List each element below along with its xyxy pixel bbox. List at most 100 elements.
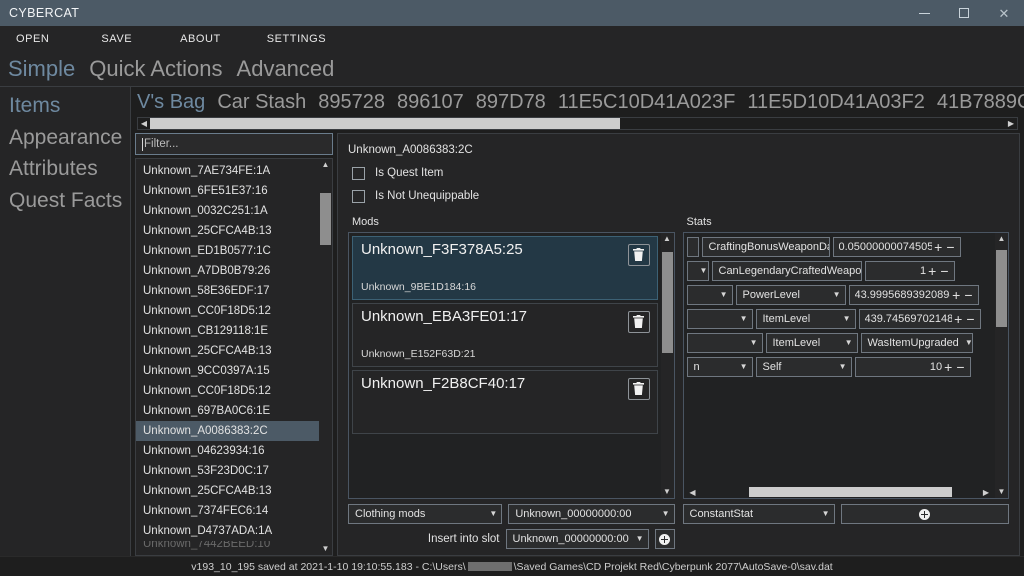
list-item[interactable]: Unknown_7374FEC6:14 bbox=[136, 501, 319, 521]
stats-list-box[interactable]: CraftingBonusWeaponDamage▼0.050000000745… bbox=[682, 232, 1009, 499]
stat-source-dropdown[interactable]: ▼ bbox=[686, 308, 753, 329]
maximize-button[interactable] bbox=[944, 0, 984, 26]
stat-name-dropdown[interactable]: CraftingBonusWeaponDamage▼ bbox=[701, 236, 830, 257]
bag-tab-11e5c10d41a023f[interactable]: 11E5C10D41A023F bbox=[558, 92, 736, 112]
add-stat-button[interactable] bbox=[840, 504, 1009, 524]
bag-tab-897d78[interactable]: 897D78 bbox=[476, 92, 546, 112]
list-item[interactable]: Unknown_697BA0C6:1E bbox=[136, 401, 319, 421]
list-item[interactable]: Unknown_7442BEED:10 bbox=[136, 541, 319, 552]
sidebar-item-quest-facts[interactable]: Quest Facts bbox=[0, 186, 130, 216]
list-item[interactable]: Unknown_CC0F18D5:12 bbox=[136, 381, 319, 401]
scroll-up-arrow-icon[interactable]: ▲ bbox=[322, 159, 330, 171]
checkbox-row-not-unequippable[interactable]: Is Not Unequippable bbox=[348, 187, 1009, 205]
is-not-unequippable-checkbox[interactable] bbox=[352, 189, 365, 203]
scroll-thumb[interactable] bbox=[320, 193, 331, 246]
list-item[interactable]: Unknown_7AE734FE:1A bbox=[136, 161, 319, 181]
scroll-down-arrow-icon[interactable]: ▼ bbox=[998, 486, 1006, 498]
list-item[interactable]: Unknown_9CC0397A:15 bbox=[136, 361, 319, 381]
scroll-right-arrow-icon[interactable]: ▶ bbox=[1005, 119, 1017, 128]
mod-card[interactable]: Unknown_F3F378A5:25 Unknown_9BE1D184:16 bbox=[352, 236, 658, 300]
scroll-down-arrow-icon[interactable]: ▼ bbox=[322, 543, 330, 555]
delete-mod-button[interactable] bbox=[627, 244, 650, 266]
stat-name-dropdown[interactable]: PowerLevel ▼ bbox=[735, 284, 846, 305]
stat-name-dropdown[interactable]: ItemLevel ▼ bbox=[765, 332, 858, 353]
tab-quick-actions[interactable]: Quick Actions bbox=[89, 58, 222, 80]
is-quest-item-checkbox[interactable] bbox=[352, 166, 365, 180]
stat-value-field[interactable]: 43.999568939208984+− bbox=[848, 284, 979, 305]
stat-value-field[interactable]: 10 + − bbox=[854, 356, 971, 377]
bag-tab-vs-bag[interactable]: V's Bag bbox=[137, 92, 205, 112]
list-item[interactable]: Unknown_A7DB0B79:26 bbox=[136, 261, 319, 281]
scroll-left-arrow-icon[interactable]: ◀ bbox=[138, 119, 150, 128]
scroll-thumb[interactable] bbox=[996, 249, 1007, 327]
bag-tab-11e5d10d41a03f2[interactable]: 11E5D10D41A03F2 bbox=[747, 92, 925, 112]
stat-name-dropdown[interactable]: CanLegendaryCraftedWeaponsBeBoosted▼ bbox=[711, 260, 862, 281]
decrement-button[interactable]: − bbox=[962, 288, 974, 302]
stat-source-dropdown[interactable]: n ▼ bbox=[686, 356, 753, 377]
tab-advanced[interactable]: Advanced bbox=[237, 58, 335, 80]
decrement-button[interactable]: − bbox=[944, 240, 956, 254]
list-item[interactable]: Unknown_25CFCA4B:13 bbox=[136, 221, 319, 241]
stat-source-dropdown[interactable] bbox=[686, 236, 699, 257]
stat-source-dropdown[interactable]: ▼ bbox=[686, 284, 733, 305]
scroll-thumb[interactable] bbox=[661, 252, 673, 354]
list-item[interactable]: Unknown_CC0F18D5:12 bbox=[136, 301, 319, 321]
decrement-button[interactable]: − bbox=[954, 360, 966, 374]
minimize-button[interactable] bbox=[904, 0, 944, 26]
scroll-track[interactable] bbox=[320, 171, 331, 543]
bag-tab-896107[interactable]: 896107 bbox=[397, 92, 464, 112]
sidebar-item-attributes[interactable]: Attributes bbox=[0, 154, 130, 184]
scroll-track[interactable] bbox=[996, 245, 1007, 486]
scroll-track[interactable] bbox=[661, 245, 673, 486]
decrement-button[interactable]: − bbox=[964, 312, 976, 326]
list-item[interactable]: Unknown_A0086383:2C bbox=[136, 421, 319, 441]
bag-tab-car-stash[interactable]: Car Stash bbox=[217, 92, 306, 112]
menu-item-settings[interactable]: SETTINGS bbox=[267, 33, 326, 45]
scroll-up-arrow-icon[interactable]: ▲ bbox=[663, 233, 671, 245]
stat-type-dropdown[interactable]: ConstantStat ▼ bbox=[682, 504, 835, 524]
stat-source-dropdown[interactable]: ▼ bbox=[686, 332, 763, 353]
stat-source-dropdown[interactable]: ▼ bbox=[686, 260, 709, 281]
list-item[interactable]: Unknown_ED1B0577:1C bbox=[136, 241, 319, 261]
bag-tabs-horizontal-scrollbar[interactable]: ◀ ▶ bbox=[137, 117, 1018, 130]
list-item[interactable]: Unknown_CB129118:1E bbox=[136, 321, 319, 341]
item-list[interactable]: Unknown_7AE734FE:1A Unknown_6FE51E37:16 Un… bbox=[135, 158, 333, 556]
bag-tab-895728[interactable]: 895728 bbox=[318, 92, 385, 112]
list-item[interactable]: Unknown_04623934:16 bbox=[136, 441, 319, 461]
scroll-thumb[interactable] bbox=[150, 118, 621, 129]
filter-input[interactable]: Filter... bbox=[135, 133, 333, 155]
stat-value-field[interactable]: 1 + − bbox=[864, 260, 955, 281]
stat-value-field[interactable]: 0.05000000074505806+− bbox=[832, 236, 961, 257]
list-item[interactable]: Unknown_0032C251:1A bbox=[136, 201, 319, 221]
scroll-down-arrow-icon[interactable]: ▼ bbox=[663, 486, 671, 498]
mod-item-dropdown[interactable]: Unknown_00000000:00 ▼ bbox=[508, 504, 675, 524]
checkbox-row-quest-item[interactable]: Is Quest Item bbox=[348, 164, 1009, 182]
scroll-left-arrow-icon[interactable]: ◀ bbox=[687, 488, 699, 497]
list-item[interactable]: Unknown_6FE51E37:16 bbox=[136, 181, 319, 201]
stat-value-dropdown[interactable]: WasItemUpgraded ▼ bbox=[860, 332, 973, 353]
insert-mod-button[interactable] bbox=[654, 529, 675, 549]
mods-vertical-scrollbar[interactable]: ▲ ▼ bbox=[660, 233, 674, 498]
scroll-up-arrow-icon[interactable]: ▲ bbox=[998, 233, 1006, 245]
delete-mod-button[interactable] bbox=[627, 378, 650, 400]
increment-button[interactable]: + bbox=[932, 240, 944, 254]
list-item[interactable]: Unknown_25CFCA4B:13 bbox=[136, 341, 319, 361]
decrement-button[interactable]: − bbox=[938, 264, 950, 278]
scroll-thumb[interactable] bbox=[749, 487, 952, 497]
scroll-track[interactable] bbox=[150, 118, 1005, 129]
increment-button[interactable]: + bbox=[950, 288, 962, 302]
mod-type-dropdown[interactable]: Clothing mods ▼ bbox=[348, 504, 503, 524]
insert-slot-dropdown[interactable]: Unknown_00000000:00 ▼ bbox=[505, 529, 649, 549]
mod-card[interactable]: Unknown_F2B8CF40:17 bbox=[352, 370, 658, 434]
stats-vertical-scrollbar[interactable]: ▲ ▼ bbox=[995, 233, 1008, 498]
stat-name-dropdown[interactable]: Self ▼ bbox=[755, 356, 852, 377]
sidebar-item-items[interactable]: Items bbox=[0, 91, 130, 121]
list-item[interactable]: Unknown_53F23D0C:17 bbox=[136, 461, 319, 481]
sidebar-item-appearance[interactable]: Appearance bbox=[0, 123, 130, 153]
increment-button[interactable]: + bbox=[926, 264, 938, 278]
list-item[interactable]: Unknown_25CFCA4B:13 bbox=[136, 481, 319, 501]
item-list-vertical-scrollbar[interactable]: ▲ ▼ bbox=[319, 159, 332, 555]
scroll-right-arrow-icon[interactable]: ▶ bbox=[980, 488, 992, 497]
stats-horizontal-scrollbar[interactable]: ◀ ▶ bbox=[686, 486, 992, 498]
close-button[interactable]: ✕ bbox=[984, 0, 1024, 26]
